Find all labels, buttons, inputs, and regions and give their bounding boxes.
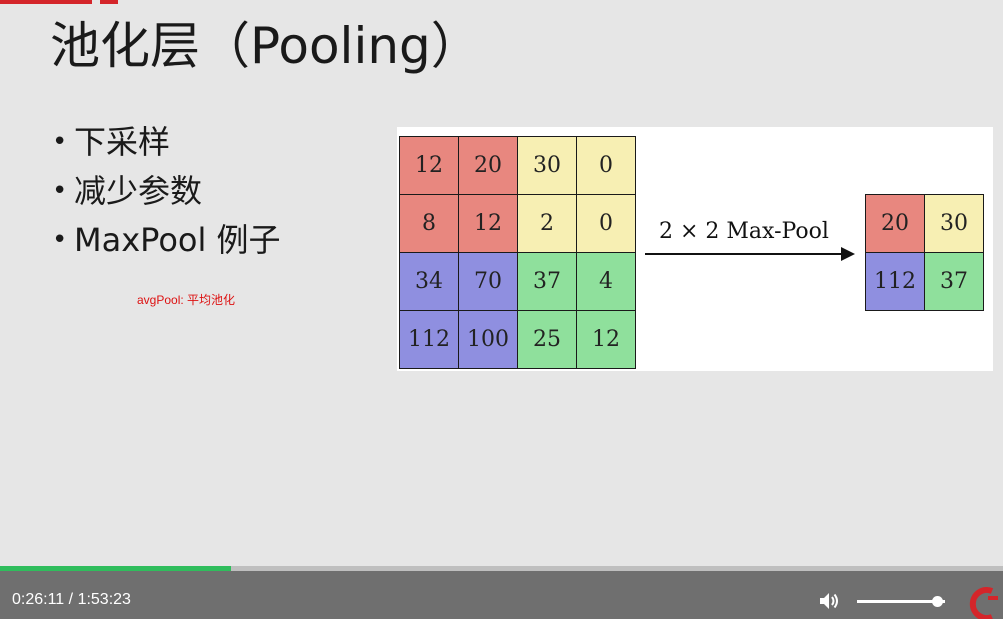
maxpool-figure: 12 20 30 0 8 12 2 0 34 70 37 4 112 100 2…	[397, 127, 993, 371]
arrow-head-icon	[841, 247, 855, 261]
bullet-item: • 下采样	[52, 118, 281, 167]
arrow-line	[645, 253, 841, 255]
time-separator: /	[68, 591, 74, 608]
grid-cell: 112	[399, 310, 459, 369]
volume-slider-handle[interactable]	[931, 596, 943, 607]
top-accent-bar-small	[100, 0, 118, 4]
bullet-dot: •	[52, 127, 68, 157]
grid-cell: 12	[399, 136, 459, 195]
arrow-label: 2 × 2 Max-Pool	[659, 219, 829, 244]
input-grid: 12 20 30 0 8 12 2 0 34 70 37 4 112 100 2…	[399, 136, 636, 369]
grid-cell: 25	[517, 310, 577, 369]
grid-cell: 34	[399, 252, 459, 311]
grid-cell: 2	[517, 194, 577, 253]
volume-icon[interactable]	[817, 589, 841, 613]
duration: 1:53:23	[77, 591, 131, 608]
grid-cell: 0	[576, 194, 636, 253]
output-cell: 37	[924, 252, 984, 311]
grid-cell: 12	[576, 310, 636, 369]
grid-cell: 0	[576, 136, 636, 195]
grid-cell: 4	[576, 252, 636, 311]
bullet-dot: •	[52, 225, 68, 255]
output-cell: 20	[865, 194, 925, 253]
grid-cell: 37	[517, 252, 577, 311]
bullet-text: 减少参数	[74, 172, 203, 210]
time-display: 0:26:11 / 1:53:23	[12, 591, 131, 609]
grid-cell: 8	[399, 194, 459, 253]
brand-logo-icon[interactable]	[962, 587, 1003, 619]
bullet-item: • MaxPool 例子	[52, 216, 281, 265]
grid-cell: 70	[458, 252, 518, 311]
bullet-item: • 减少参数	[52, 167, 281, 216]
grid-cell: 20	[458, 136, 518, 195]
grid-cell: 30	[517, 136, 577, 195]
top-accent-bar	[0, 0, 92, 4]
output-cell: 112	[865, 252, 925, 311]
output-grid: 20 30 112 37	[865, 194, 984, 311]
bullet-text: 下采样	[74, 123, 171, 161]
slide-title: 池化层（Pooling）	[50, 17, 481, 75]
bullet-dot: •	[52, 176, 68, 206]
output-cell: 30	[924, 194, 984, 253]
avgpool-note: avgPool: 平均池化	[137, 293, 236, 307]
bullet-list: • 下采样 • 减少参数 • MaxPool 例子	[52, 118, 281, 265]
player-controls: 0:26:11 / 1:53:23	[0, 571, 1003, 619]
slide: 池化层（Pooling） • 下采样 • 减少参数 • MaxPool 例子 avgP…	[0, 0, 1003, 570]
current-time: 0:26:11	[12, 591, 65, 608]
bullet-text: MaxPool 例子	[74, 221, 281, 259]
grid-cell: 12	[458, 194, 518, 253]
grid-cell: 100	[458, 310, 518, 369]
